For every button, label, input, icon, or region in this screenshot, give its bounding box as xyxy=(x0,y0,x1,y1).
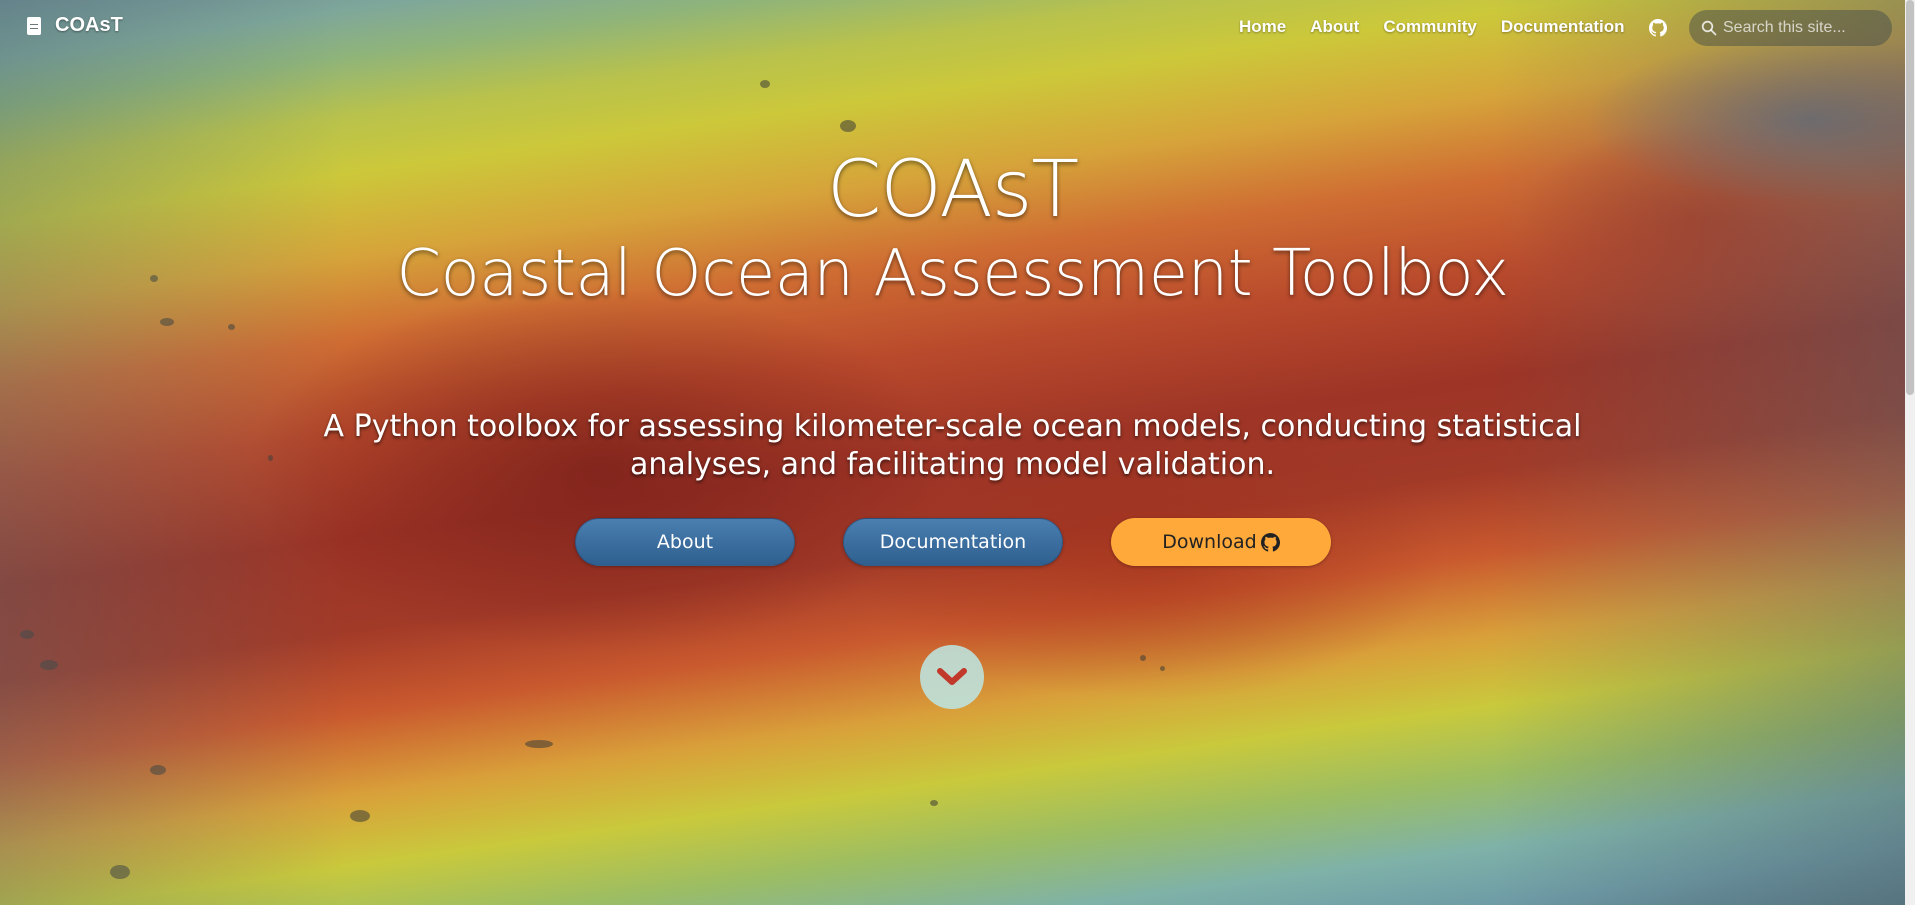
scroll-down-button[interactable] xyxy=(920,645,984,709)
chevron-down-icon xyxy=(937,668,967,685)
github-icon[interactable] xyxy=(1648,18,1667,37)
nav-link-documentation[interactable]: Documentation xyxy=(1501,17,1625,37)
hero-subtitle: Coastal Ocean Assessment Toolbox xyxy=(396,237,1509,311)
github-icon xyxy=(1260,532,1280,552)
search-box[interactable] xyxy=(1689,10,1892,46)
brand-name: COAsT xyxy=(55,14,123,36)
nav-link-about[interactable]: About xyxy=(1310,17,1359,37)
hero-title: COAsT xyxy=(826,145,1079,235)
scrollbar-thumb[interactable] xyxy=(1906,0,1914,395)
brand-link[interactable]: COAsT xyxy=(27,14,123,37)
document-icon xyxy=(27,16,41,35)
hero-lead-text: A Python toolbox for assessing kilometer… xyxy=(323,409,1582,482)
search-icon xyxy=(1701,20,1717,36)
download-button-label: Download xyxy=(1162,531,1257,553)
about-button[interactable]: About xyxy=(575,518,795,566)
nav-link-home[interactable]: Home xyxy=(1239,17,1286,37)
page-scrollbar[interactable] xyxy=(1905,0,1915,905)
nav-links: Home About Community Documentation xyxy=(1239,17,1689,37)
download-button[interactable]: Download xyxy=(1111,518,1331,566)
search-input[interactable] xyxy=(1721,18,1885,38)
nav-link-community[interactable]: Community xyxy=(1383,17,1477,37)
about-button-label: About xyxy=(656,531,714,553)
documentation-button-label: Documentation xyxy=(879,531,1027,553)
page: COAsT Home About Community Documentation… xyxy=(0,0,1915,905)
navbar: COAsT Home About Community Documentation xyxy=(0,0,1915,56)
documentation-button[interactable]: Documentation xyxy=(843,518,1063,566)
